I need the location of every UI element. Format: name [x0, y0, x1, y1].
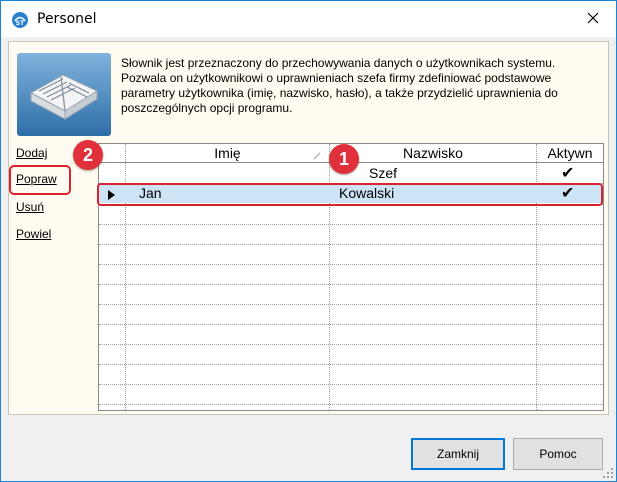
cell-last-name: Szef: [369, 165, 398, 181]
grid-row-divider: [99, 384, 603, 385]
step-badge-2: 2: [73, 140, 103, 170]
column-header-last-name[interactable]: Nazwisko: [330, 144, 536, 163]
dictionary-description: Słownik jest przeznaczony do przechowywa…: [121, 56, 558, 115]
grid-row-divider: [99, 364, 603, 365]
sort-indicator-icon: [313, 149, 321, 163]
title-bar: ST Personel: [1, 1, 616, 37]
close-button[interactable]: Zamknij: [411, 438, 505, 470]
personel-window: ST Personel Słownik jest przeznaczony do…: [0, 0, 617, 482]
resize-grip-icon[interactable]: [602, 467, 614, 479]
window-title: Personel: [37, 11, 97, 27]
content-panel: Słownik jest przeznaczony do przechowywa…: [8, 41, 609, 415]
grid-row-divider: [99, 324, 603, 325]
edit-link[interactable]: Popraw: [16, 172, 57, 186]
svg-text:ST: ST: [16, 20, 25, 27]
selected-row-highlight-frame: [97, 183, 603, 206]
grid-row-divider: [99, 404, 603, 405]
grid-row-divider: [99, 344, 603, 345]
close-window-button[interactable]: [570, 1, 616, 37]
grid-row-divider: [99, 244, 603, 245]
add-link[interactable]: Dodaj: [16, 146, 47, 160]
grid-row-divider: [99, 224, 603, 225]
help-button[interactable]: Pomoc: [513, 438, 603, 470]
cell-active-check: ✔: [561, 165, 575, 182]
app-logo-icon: ST: [11, 11, 29, 29]
step-badge-1: 1: [329, 144, 359, 174]
grid-row-divider: [99, 304, 603, 305]
column-header-active[interactable]: Aktywn: [537, 144, 603, 163]
close-icon: [587, 12, 599, 27]
dialog-client-area: Słownik jest przeznaczony do przechowywa…: [1, 37, 616, 481]
grid-row-divider: [99, 284, 603, 285]
delete-link[interactable]: Usuń: [16, 200, 44, 214]
grid-row-divider: [99, 264, 603, 265]
dictionary-book-icon: [17, 53, 111, 136]
column-header-first-name[interactable]: Imię: [126, 144, 329, 163]
duplicate-link[interactable]: Powiel: [16, 227, 51, 241]
